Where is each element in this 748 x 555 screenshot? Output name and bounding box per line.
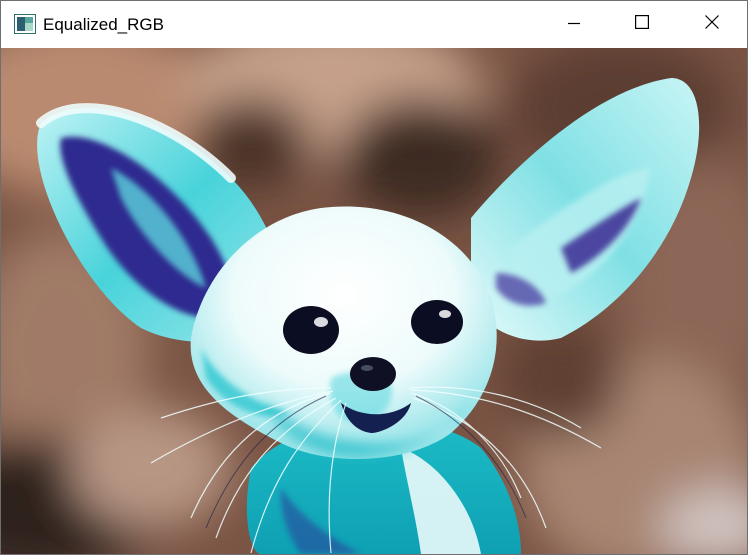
app-icon	[14, 14, 36, 34]
app-window: Equalized_RGB	[0, 0, 748, 555]
close-button[interactable]	[689, 1, 735, 48]
title-bar[interactable]: Equalized_RGB	[1, 1, 747, 48]
window-title: Equalized_RGB	[43, 15, 164, 34]
image-canvas[interactable]	[1, 48, 747, 554]
maximize-button[interactable]	[619, 1, 665, 48]
minimize-button[interactable]	[551, 1, 597, 48]
close-icon	[705, 15, 719, 34]
minimize-icon	[568, 16, 580, 34]
fennec-fox-image	[1, 48, 747, 554]
maximize-icon	[635, 15, 650, 34]
